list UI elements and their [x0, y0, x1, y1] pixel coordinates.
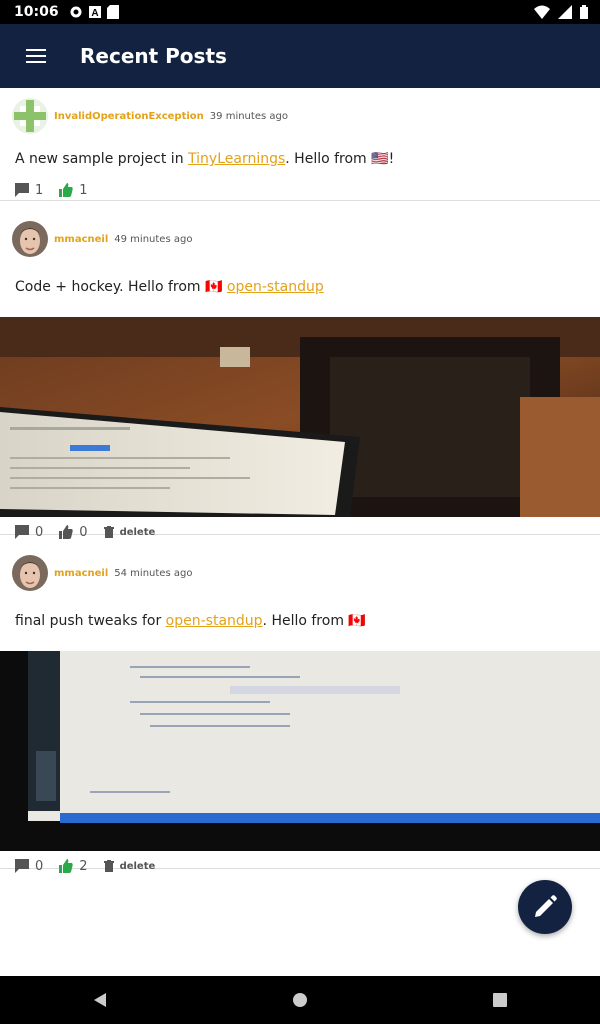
back-icon	[94, 993, 106, 1007]
status-bar: 10:06 A	[0, 0, 600, 24]
post-photo[interactable]	[0, 317, 600, 517]
wifi-icon	[534, 5, 550, 19]
post-text-part: A new sample project in	[15, 151, 189, 167]
post-text: A new sample project in TinyLearnings. H…	[0, 144, 600, 174]
pencil-icon	[535, 895, 557, 917]
post-link[interactable]: TinyLearnings	[188, 151, 285, 167]
post-feed[interactable]: InvalidOperationException 39 minutes ago…	[0, 88, 600, 874]
post-actions: 0 2 delete	[0, 851, 600, 881]
like-button[interactable]: 2	[59, 858, 88, 874]
cell-signal-icon	[558, 5, 572, 19]
post-header: mmacneil 54 minutes ago	[0, 535, 600, 611]
post-header: mmacneil 49 minutes ago	[0, 201, 600, 277]
status-icons: A	[69, 5, 119, 19]
page-title: Recent Posts	[80, 44, 227, 68]
like-button[interactable]: 1	[59, 182, 88, 198]
post-text-part: final push tweaks for	[15, 613, 166, 629]
post-item: InvalidOperationException 39 minutes ago…	[0, 88, 600, 201]
post-header: InvalidOperationException 39 minutes ago	[0, 88, 600, 144]
menu-button[interactable]	[16, 36, 56, 76]
thumbs-up-icon	[59, 183, 73, 197]
avatar[interactable]	[12, 555, 48, 591]
system-nav-bar	[0, 976, 600, 1024]
like-count: 2	[79, 858, 88, 874]
post-time: 49 minutes ago	[114, 233, 193, 245]
thumbs-up-icon	[59, 859, 73, 873]
post-item: mmacneil 54 minutes ago final push tweak…	[0, 535, 600, 874]
post-link[interactable]: open-standup	[227, 279, 324, 295]
font-a-icon: A	[88, 6, 101, 18]
comment-icon	[15, 859, 29, 873]
comment-icon	[15, 183, 29, 197]
app-bar: Recent Posts	[0, 24, 600, 88]
compose-post-button[interactable]	[518, 880, 572, 934]
post-text: Code + hockey. Hello from 🇨🇦 open-standu…	[0, 277, 600, 311]
post-text-part: . Hello from 🇺🇸!	[285, 151, 395, 167]
comment-count: 0	[35, 858, 44, 874]
comment-button[interactable]: 1	[15, 183, 43, 198]
comment-count: 1	[35, 182, 44, 198]
status-time: 10:06	[14, 4, 59, 20]
svg-text:A: A	[91, 8, 98, 18]
post-time: 39 minutes ago	[209, 110, 288, 122]
home-icon	[293, 993, 307, 1007]
post-link[interactable]: open-standup	[166, 613, 263, 629]
post-username[interactable]: mmacneil	[54, 568, 108, 579]
menu-icon	[26, 49, 46, 63]
back-button[interactable]	[76, 976, 124, 1024]
trash-icon	[103, 860, 114, 872]
post-time: 54 minutes ago	[114, 567, 193, 579]
avatar[interactable]	[12, 221, 48, 257]
delete-button[interactable]: delete	[103, 860, 156, 872]
post-username[interactable]: InvalidOperationException	[54, 111, 204, 122]
comment-button[interactable]: 0	[15, 859, 43, 874]
recents-button[interactable]	[476, 976, 524, 1024]
home-button[interactable]	[276, 976, 324, 1024]
avatar[interactable]	[12, 98, 48, 134]
battery-icon	[580, 5, 588, 19]
recents-icon	[493, 993, 507, 1007]
post-item: mmacneil 49 minutes ago Code + hockey. H…	[0, 201, 600, 540]
post-username[interactable]: mmacneil	[54, 234, 108, 245]
settings-icon	[70, 6, 82, 18]
post-photo[interactable]	[0, 651, 600, 851]
delete-label: delete	[119, 860, 156, 872]
post-text: final push tweaks for open-standup. Hell…	[0, 611, 600, 645]
post-text-part: . Hello from 🇨🇦	[262, 613, 366, 629]
sd-card-icon	[106, 5, 119, 19]
post-text-part: Code + hockey. Hello from 🇨🇦	[15, 279, 227, 295]
like-count: 1	[79, 182, 88, 198]
